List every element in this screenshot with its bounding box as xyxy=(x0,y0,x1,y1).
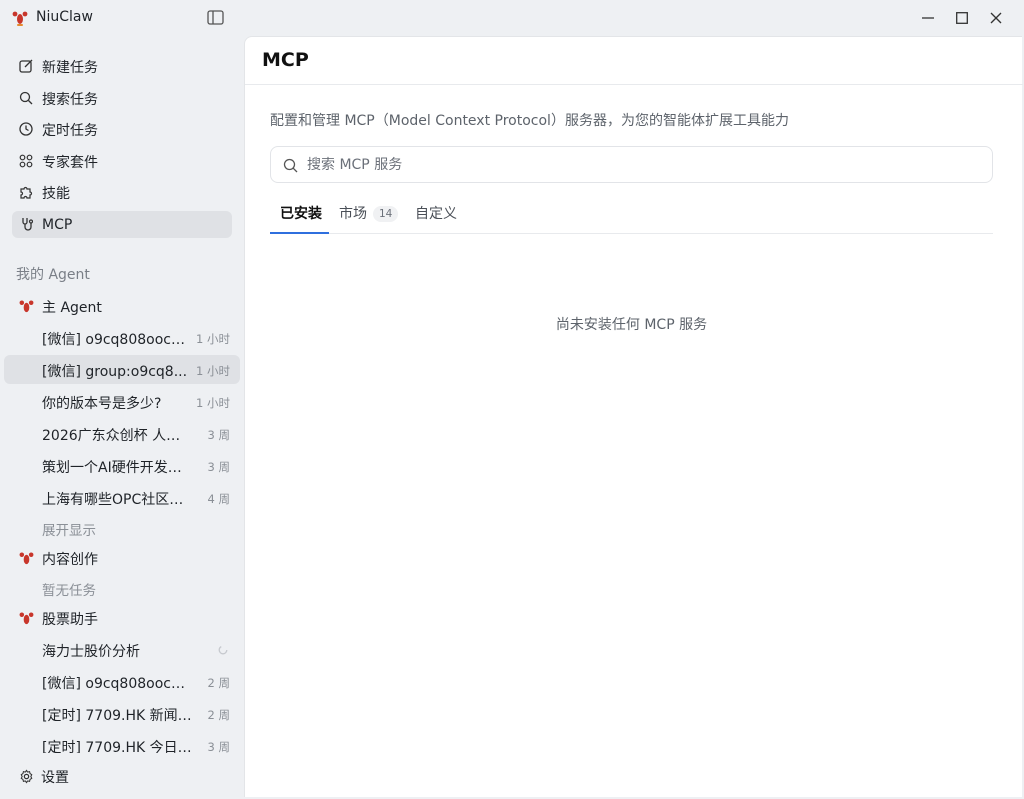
minimize-button[interactable] xyxy=(918,8,938,28)
task-title: 2026广东众创杯 人工... xyxy=(42,428,192,444)
tab-custom[interactable]: 自定义 xyxy=(415,203,465,234)
loading-spinner-icon xyxy=(218,645,228,655)
nav-label: 技能 xyxy=(42,185,70,202)
task-item[interactable]: [微信] o9cq808oocup... 2 周 xyxy=(4,667,240,696)
tab-label: 已安装 xyxy=(280,206,322,222)
sidebar-toggle-icon[interactable] xyxy=(207,10,224,25)
settings-button[interactable]: 设置 xyxy=(12,764,232,790)
task-item[interactable]: 2026广东众创杯 人工... 3 周 xyxy=(4,419,240,448)
nav-expert-kit[interactable]: 专家套件 xyxy=(12,148,232,175)
settings-label: 设置 xyxy=(41,770,69,786)
empty-task-label: 暂无任务 xyxy=(42,583,96,599)
my-agents-title: 我的 Agent xyxy=(16,267,90,283)
task-item[interactable]: [定时] 7709.HK 今日低... 3 周 xyxy=(4,731,240,753)
nav-new-task[interactable]: 新建任务 xyxy=(12,53,232,80)
page-title: MCP xyxy=(262,49,309,71)
task-item[interactable]: [微信] group:o9cq8... 1 小时 xyxy=(4,355,240,384)
clock-icon xyxy=(19,122,33,136)
task-item[interactable]: 你的版本号是多少? 1 小时 xyxy=(4,387,240,416)
puzzle-icon xyxy=(20,186,33,199)
title-bar: NiuClaw xyxy=(0,0,1024,36)
maximize-button[interactable] xyxy=(952,8,972,28)
sidebar: 新建任务 搜索任务 定时任务 专家套件 技能 MCP 我的 Agent 主 Ag… xyxy=(0,36,244,799)
lobster-icon xyxy=(19,300,34,313)
task-title: 海力士股价分析 xyxy=(42,644,140,660)
minimize-icon xyxy=(922,17,934,19)
nav-mcp[interactable]: MCP xyxy=(12,211,232,238)
agent-name: 主 Agent xyxy=(42,300,102,316)
main-header: MCP xyxy=(245,37,1023,85)
task-title: [微信] o9cq808oocu... xyxy=(42,332,192,348)
count-badge: 14 xyxy=(373,206,399,222)
task-time: 2 周 xyxy=(207,708,230,722)
lobster-icon xyxy=(19,552,34,565)
task-title: [定时] 7709.HK 新闻事... xyxy=(42,708,192,724)
maximize-icon xyxy=(956,12,968,24)
task-title: [定时] 7709.HK 今日低... xyxy=(42,740,192,753)
task-time: 3 周 xyxy=(207,460,230,474)
app-title: NiuClaw xyxy=(36,9,93,25)
nav-search-task[interactable]: 搜索任务 xyxy=(12,85,232,112)
agent-name: 内容创作 xyxy=(42,552,98,568)
task-title: 上海有哪些OPC社区，... xyxy=(42,492,192,508)
search-icon xyxy=(283,158,298,173)
nav-label: 搜索任务 xyxy=(42,91,98,108)
edit-icon xyxy=(19,59,33,73)
agent-name: 股票助手 xyxy=(42,612,98,628)
task-item[interactable]: [定时] 7709.HK 新闻事... 2 周 xyxy=(4,699,240,728)
main-panel: MCP 配置和管理 MCP（Model Context Protocol）服务器… xyxy=(244,36,1023,797)
task-title: [微信] group:o9cq8... xyxy=(42,364,188,380)
task-item[interactable]: 策划一个AI硬件开发平台 3 周 xyxy=(4,451,240,480)
mcp-tabs: 已安装 市场 14 自定义 xyxy=(270,200,993,234)
task-item[interactable]: 上海有哪些OPC社区，... 4 周 xyxy=(4,483,240,512)
task-time: 1 小时 xyxy=(196,396,230,410)
lobster-icon xyxy=(19,612,34,625)
nav-label: MCP xyxy=(42,216,73,233)
nav-label: 定时任务 xyxy=(42,122,98,139)
task-title: 你的版本号是多少? xyxy=(42,396,162,412)
close-icon xyxy=(990,12,1002,24)
lobster-logo-icon xyxy=(12,11,28,26)
nav-skills[interactable]: 技能 xyxy=(12,179,232,206)
task-title: [微信] o9cq808oocup... xyxy=(42,676,192,692)
task-title: 策划一个AI硬件开发平台 xyxy=(42,460,192,476)
task-time: 2 周 xyxy=(207,676,230,690)
task-item[interactable]: 海力士股价分析 xyxy=(4,635,240,664)
gear-icon xyxy=(20,769,33,784)
plug-icon xyxy=(22,218,33,231)
tab-label: 自定义 xyxy=(415,206,457,222)
nav-label: 专家套件 xyxy=(42,154,98,171)
nav-label: 新建任务 xyxy=(42,59,98,76)
agent-stock[interactable]: 股票助手 xyxy=(12,607,240,631)
mcp-search-input[interactable] xyxy=(307,155,967,175)
task-item[interactable]: [微信] o9cq808oocu... 1 小时 xyxy=(4,323,240,352)
grid-icon xyxy=(19,154,33,168)
mcp-search-box[interactable] xyxy=(270,146,993,183)
tab-market[interactable]: 市场 14 xyxy=(339,203,399,234)
tab-installed[interactable]: 已安装 xyxy=(270,203,329,234)
task-time: 3 周 xyxy=(207,740,230,753)
task-time: 1 小时 xyxy=(196,364,230,378)
task-time: 1 小时 xyxy=(196,332,230,346)
tab-label: 市场 xyxy=(339,206,367,222)
task-time: 3 周 xyxy=(207,428,230,442)
close-button[interactable] xyxy=(986,8,1006,28)
page-description: 配置和管理 MCP（Model Context Protocol）服务器，为您的… xyxy=(270,113,789,129)
task-time: 4 周 xyxy=(207,492,230,506)
nav-scheduled-task[interactable]: 定时任务 xyxy=(12,116,232,143)
agent-main[interactable]: 主 Agent xyxy=(12,295,240,319)
agent-content[interactable]: 内容创作 xyxy=(12,547,240,571)
expand-link[interactable]: 展开显示 xyxy=(42,519,96,539)
empty-state-text: 尚未安装任何 MCP 服务 xyxy=(555,317,708,333)
search-icon xyxy=(19,91,33,105)
